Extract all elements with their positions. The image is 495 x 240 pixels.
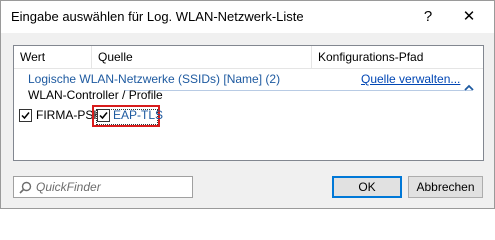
group-divider bbox=[124, 90, 472, 91]
manage-source-link[interactable]: Quelle verwalten... bbox=[361, 72, 460, 86]
dialog: Eingabe auswählen für Log. WLAN-Netzwerk… bbox=[0, 0, 495, 209]
checkbox-firma-psk[interactable] bbox=[19, 109, 32, 122]
search-icon bbox=[19, 181, 32, 194]
checkbox-eap-tls[interactable] bbox=[97, 109, 110, 122]
chevron-up-icon[interactable] bbox=[463, 82, 475, 94]
cancel-button[interactable]: Abbrechen bbox=[408, 176, 483, 198]
title-bar: Eingabe auswählen für Log. WLAN-Netzwerk… bbox=[1, 1, 494, 33]
group-subtitle: WLAN-Controller / Profile bbox=[28, 88, 163, 102]
table-header: Wert Quelle Konfigurations-Pfad bbox=[14, 46, 483, 69]
check-icon bbox=[99, 112, 108, 120]
quickfinder-placeholder: QuickFinder bbox=[36, 180, 101, 194]
item-label-eap-tls: EAP-TLS bbox=[113, 108, 164, 122]
ok-button[interactable]: OK bbox=[332, 176, 402, 198]
selection-list: Wert Quelle Konfigurations-Pfad Logische… bbox=[13, 45, 484, 161]
dialog-title: Eingabe auswählen für Log. WLAN-Netzwerk… bbox=[11, 9, 304, 24]
quickfinder-input[interactable]: QuickFinder bbox=[13, 176, 193, 198]
help-button[interactable]: ? bbox=[414, 3, 442, 31]
column-header-quelle[interactable]: Quelle bbox=[92, 46, 312, 68]
close-button[interactable]: ✕ bbox=[449, 3, 489, 31]
check-icon bbox=[21, 112, 30, 120]
group-title: Logische WLAN-Netzwerke (SSIDs) [Name] (… bbox=[28, 72, 281, 86]
column-header-wert[interactable]: Wert bbox=[14, 46, 92, 68]
column-header-konfigurations-pfad[interactable]: Konfigurations-Pfad bbox=[312, 46, 483, 68]
